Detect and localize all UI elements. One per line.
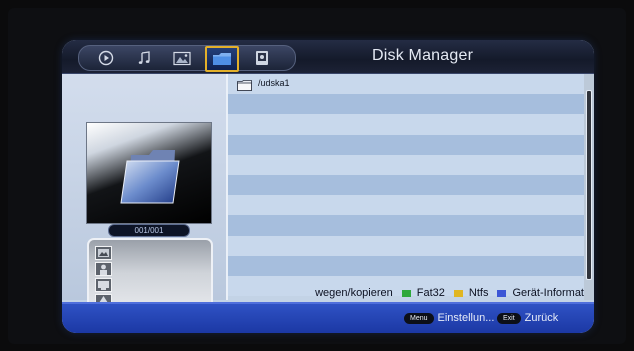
back-hint[interactable]: Exit Zurück (497, 312, 558, 324)
green-key-swatch (401, 289, 411, 297)
photo-icon (173, 51, 191, 65)
list-item[interactable] (228, 134, 584, 155)
scrollbar[interactable] (584, 74, 594, 300)
music-icon (138, 51, 150, 64)
footer-bar: Menu Einstellun... Exit Zurück (62, 302, 594, 333)
tab-folder[interactable] (205, 46, 239, 72)
tv-screen: Disk Manager 001/001 /udska1 wegen/kopie… (8, 8, 626, 344)
disk-manager-window: Disk Manager 001/001 /udska1 wegen/kopie… (62, 40, 594, 333)
list-item-label: /udska1 (258, 78, 290, 88)
list-item[interactable] (228, 94, 584, 115)
person-type-icon[interactable] (95, 262, 112, 276)
tab-disk[interactable] (247, 48, 277, 68)
blue-key-swatch (497, 289, 507, 297)
tab-movie[interactable] (91, 48, 121, 68)
image-type-icon[interactable] (95, 246, 112, 260)
file-list: /udska1 (228, 74, 584, 300)
back-label: Zurück (524, 312, 559, 324)
disk-icon (256, 51, 268, 65)
page-title: Disk Manager (372, 47, 474, 64)
tab-music[interactable] (129, 48, 159, 68)
list-item[interactable] (228, 235, 584, 256)
list-item[interactable]: /udska1 (228, 74, 584, 95)
list-item[interactable] (228, 195, 584, 216)
yellow-key-swatch (453, 289, 463, 297)
exit-key-badge: Exit (497, 312, 521, 324)
settings-hint[interactable]: Menu Einstellun... (404, 312, 494, 324)
legend-fat32-label: Fat32 (416, 287, 445, 299)
legend-device-info[interactable]: Gerät-Informat (497, 287, 584, 299)
large-folder-icon (120, 150, 180, 204)
folder-icon (237, 78, 252, 91)
movie-icon (98, 50, 114, 66)
media-tabs (78, 45, 296, 72)
list-item[interactable] (228, 255, 584, 276)
legend-ntfs[interactable]: Ntfs (453, 287, 489, 299)
tab-photo[interactable] (167, 48, 197, 68)
color-key-legend: wegen/kopieren Fat32 Ntfs Gerät-Informat (62, 286, 594, 300)
menu-key-badge: Menu (404, 312, 434, 324)
legend-ntfs-label: Ntfs (468, 287, 489, 299)
list-item[interactable] (228, 114, 584, 135)
preview-panel: 001/001 (62, 74, 226, 324)
list-item[interactable] (228, 154, 584, 175)
legend-fat32[interactable]: Fat32 (401, 287, 445, 299)
item-counter: 001/001 (108, 224, 190, 237)
header-bar: Disk Manager (62, 40, 594, 74)
folder-icon (213, 53, 231, 65)
legend-device-info-label: Gerät-Informat (512, 287, 584, 299)
folder-preview (86, 122, 212, 224)
copy-move-hint: wegen/kopieren (315, 287, 393, 299)
scroll-thumb[interactable] (586, 90, 592, 280)
list-item[interactable] (228, 215, 584, 236)
settings-label: Einstellun... (437, 312, 495, 324)
list-item[interactable] (228, 174, 584, 196)
